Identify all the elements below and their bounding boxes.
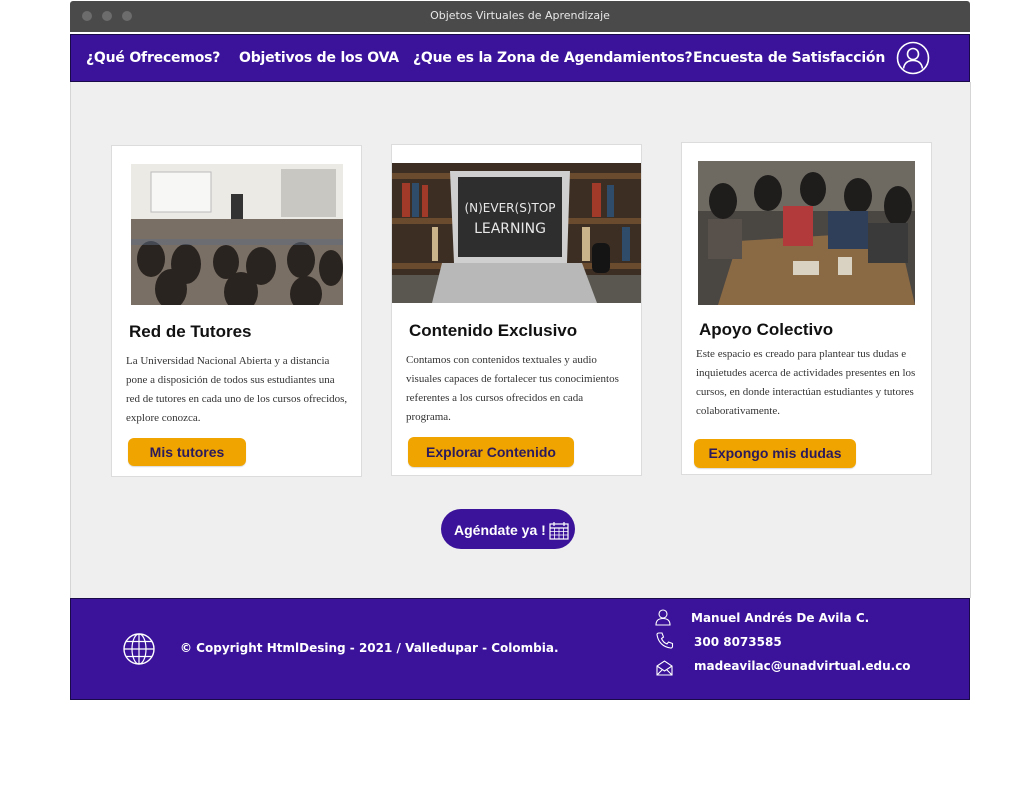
screen-text-2: LEARNING bbox=[474, 221, 546, 237]
card-description: La Universidad Nacional Abierta y a dist… bbox=[126, 355, 348, 424]
screen-text-1: (N)EVER(S)TOP bbox=[464, 201, 555, 215]
nav-item-que-ofrecemos[interactable]: ¿Qué Ofrecemos? bbox=[86, 50, 220, 66]
card-apoyo-colectivo: Apoyo Colectivo Este espacio es creado p… bbox=[681, 142, 932, 475]
envelope-icon bbox=[656, 660, 673, 681]
nav-item-encuesta[interactable]: Encuesta de Satisfacción bbox=[693, 50, 885, 66]
contact-name: Manuel Andrés De Avila C. bbox=[691, 611, 870, 625]
contact-email[interactable]: madeavilac@unadvirtual.edu.co bbox=[694, 659, 911, 673]
card-contenido-exclusivo: (N)EVER(S)TOP LEARNING Contenido Exclusi… bbox=[391, 144, 642, 476]
card-description: Este espacio es creado para plantear tus… bbox=[696, 348, 916, 417]
laptop-photo: (N)EVER(S)TOP LEARNING bbox=[392, 163, 641, 303]
title-bar: Objetos Virtuales de Aprendizaje bbox=[70, 1, 970, 32]
agendate-label: Agéndate ya ! bbox=[454, 522, 546, 538]
contact-phone[interactable]: 300 8073585 bbox=[694, 635, 782, 649]
card-red-de-tutores: Red de Tutores La Universidad Nacional A… bbox=[111, 145, 362, 477]
phone-icon bbox=[656, 632, 674, 654]
agendate-button[interactable]: Agéndate ya ! bbox=[441, 509, 575, 549]
explorar-contenido-button[interactable]: Explorar Contenido bbox=[408, 437, 574, 467]
card-title: Apoyo Colectivo bbox=[699, 320, 834, 339]
students-photo bbox=[698, 161, 915, 305]
footer: © Copyright HtmlDesing - 2021 / Valledup… bbox=[70, 598, 970, 700]
calendar-icon bbox=[549, 522, 569, 543]
globe-icon bbox=[122, 633, 156, 670]
card-description: Contamos con contenidos textuales y audi… bbox=[406, 354, 619, 423]
browser-window: Objetos Virtuales de Aprendizaje ¿Qué Of… bbox=[70, 1, 971, 701]
expongo-mis-dudas-button[interactable]: Expongo mis dudas bbox=[694, 439, 856, 468]
classroom-photo bbox=[131, 164, 343, 305]
person-icon bbox=[655, 609, 671, 631]
mis-tutores-button[interactable]: Mis tutores bbox=[128, 438, 246, 466]
card-title: Red de Tutores bbox=[129, 322, 252, 341]
copyright-text: © Copyright HtmlDesing - 2021 / Valledup… bbox=[180, 641, 559, 655]
user-icon[interactable] bbox=[896, 41, 930, 75]
main-nav: ¿Qué Ofrecemos? Objetivos de los OVA ¿Qu… bbox=[70, 34, 970, 82]
card-title: Contenido Exclusivo bbox=[409, 321, 578, 340]
window-title: Objetos Virtuales de Aprendizaje bbox=[430, 9, 610, 22]
nav-item-zona-agendamientos[interactable]: ¿Que es la Zona de Agendamientos? bbox=[413, 50, 693, 66]
nav-item-objetivos[interactable]: Objetivos de los OVA bbox=[239, 50, 399, 66]
